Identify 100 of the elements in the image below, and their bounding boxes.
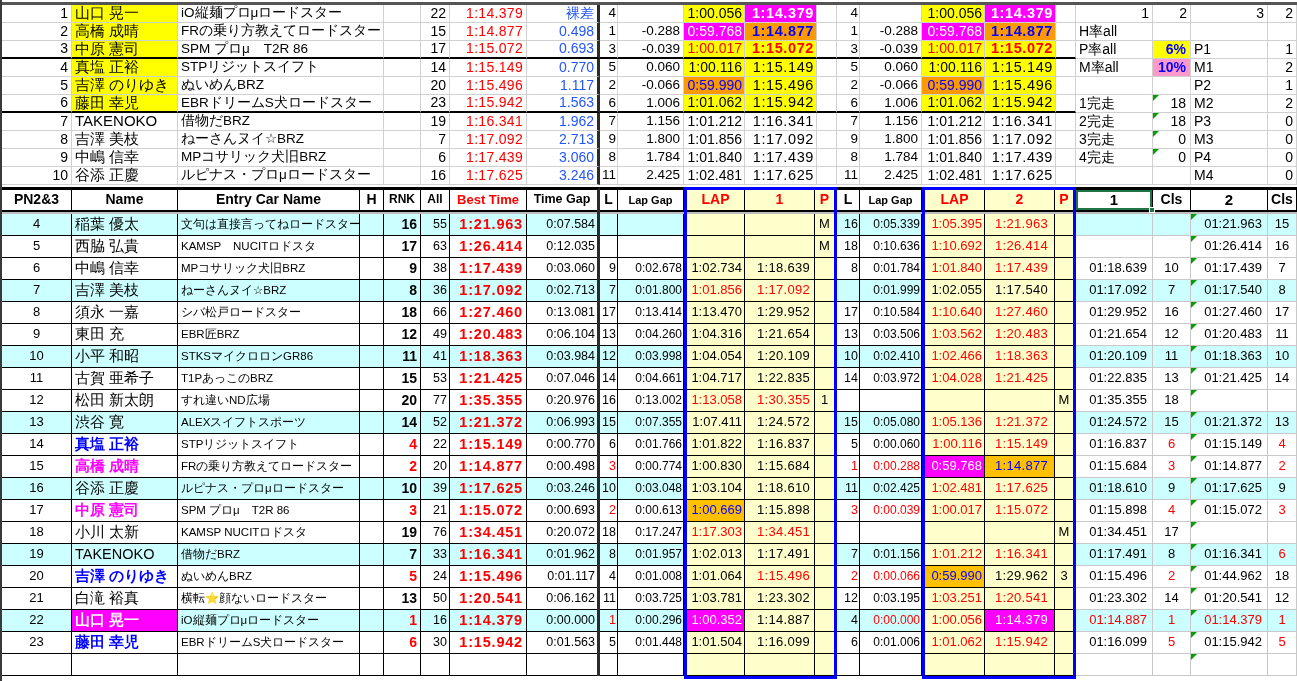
position-number: 8: [2, 131, 72, 149]
lap-time: 0:59.990: [922, 77, 985, 95]
time-gap: 1.962: [527, 113, 600, 131]
time-gap: 0:02.713: [527, 280, 597, 302]
entry-number: 15: [421, 23, 450, 41]
lap-time: 1:04.316: [687, 324, 745, 346]
heat-time: 1:14.877: [985, 23, 1056, 41]
lap-time: 0:59.768: [925, 456, 985, 478]
class-rank: 18: [1268, 566, 1297, 588]
heat-time: 1:17.439: [985, 149, 1056, 167]
lap-count: 5: [600, 59, 618, 77]
best-time: 1:17.092: [450, 280, 527, 302]
penalty-mark: 1: [815, 390, 834, 412]
heat-time: 1:17.092: [745, 280, 815, 302]
stat-value: 2: [1268, 95, 1297, 113]
entry-number: 23: [421, 95, 450, 113]
lap-time: 1:01.212: [684, 113, 745, 131]
heat-time: 1:21.425: [985, 368, 1055, 390]
heat-time: 1:24.572: [745, 412, 815, 434]
column-header: L: [600, 190, 618, 210]
lap-count: 4: [600, 566, 618, 588]
car-name: 借物だBRZ: [178, 113, 384, 131]
best-time: 1:26.414: [450, 236, 527, 258]
lap-gap: 1.800: [618, 131, 684, 149]
column-header: LAP: [687, 190, 745, 210]
entry-number: 17: [2, 500, 72, 522]
time-gap: 0:06.993: [527, 412, 597, 434]
driver-name: 藤田 幸児: [72, 95, 178, 113]
time-gap: 1.563: [527, 95, 600, 113]
best-time: 1:15.496: [450, 77, 527, 95]
empty-cell: [1268, 23, 1297, 41]
lap-time: 1:02.055: [925, 280, 985, 302]
lap-time: 1:04.717: [687, 368, 745, 390]
lap-time: 1:04.028: [925, 368, 985, 390]
class-rank: 9: [1268, 478, 1297, 500]
lap-time: 1:01.062: [922, 95, 985, 113]
position-number: 7: [2, 113, 72, 131]
heat-time: 1:14.379: [985, 610, 1055, 632]
time-gap: 0:01.117: [527, 566, 597, 588]
entry-number: 13: [2, 412, 72, 434]
heat-time: 1:16.341: [745, 113, 817, 131]
class-rank: 17: [1268, 302, 1297, 324]
driver-name: 高橋 成晴: [72, 23, 178, 41]
empty-cell: [1056, 131, 1076, 149]
empty-cell: [2, 654, 72, 676]
empty-cell: [360, 654, 384, 676]
lap-count: 8: [600, 149, 618, 167]
car-name: STPリジットスイフト: [178, 59, 384, 77]
column-header: H: [360, 190, 384, 210]
lap-count: 15: [600, 412, 618, 434]
empty-cell: [1153, 167, 1191, 185]
heat-time: 1:26.414: [985, 236, 1055, 258]
empty-cell: [360, 434, 384, 456]
best-time: 1:17.439: [450, 149, 527, 167]
lap-time: 1:13.058: [687, 390, 745, 412]
empty-cell: [817, 167, 837, 185]
stat-value: 6%: [1153, 41, 1191, 59]
fill-handle-icon[interactable]: [1149, 207, 1155, 213]
lap-time: 1:02.466: [925, 346, 985, 368]
rank-number: 14: [384, 412, 421, 434]
time-gap: 0:00.000: [527, 610, 597, 632]
stat-label: 2完走: [1076, 113, 1153, 131]
car-name: ALEXスイフトスポーツ: [178, 412, 360, 434]
lap-time: 1:02.481: [925, 478, 985, 500]
heat-time: 1:14.877: [745, 23, 817, 41]
empty-cell: [384, 167, 421, 185]
stat-value: 1: [1268, 41, 1297, 59]
column-header: 2: [985, 190, 1055, 210]
best-time: 1:14.379: [450, 5, 527, 23]
lap-time: 1:01.840: [925, 258, 985, 280]
column-header: RNK: [384, 190, 421, 210]
best-time: 1:15.496: [450, 566, 527, 588]
empty-cell: [384, 41, 421, 59]
heat-time: 1:14.887: [745, 610, 815, 632]
lap-count: 3: [837, 500, 860, 522]
driver-name: 真塩 正裕: [72, 59, 178, 77]
time-gap: 0:01.563: [527, 632, 597, 654]
time-gap: 3.060: [527, 149, 600, 167]
heat-time: 1:18.363: [985, 346, 1055, 368]
empty-cell: [925, 390, 985, 412]
class-rank: 5: [1268, 632, 1297, 654]
stat-header: 2: [1153, 5, 1191, 23]
empty-cell: [1268, 654, 1297, 676]
entry-number: 7: [2, 280, 72, 302]
stat-label: P3: [1191, 113, 1268, 131]
entry-number: 23: [2, 632, 72, 654]
time-gap: 0:00.770: [527, 434, 597, 456]
time-gap: 0:03.984: [527, 346, 597, 368]
heat-time: 1:17.540: [985, 280, 1055, 302]
class-rank: 15: [1268, 214, 1297, 236]
lap-time: 1:00.056: [684, 5, 745, 23]
empty-cell: [985, 522, 1055, 544]
time-gap: 0:07.046: [527, 368, 597, 390]
heat-time: 1:21.963: [985, 214, 1055, 236]
overall-position: 21: [421, 500, 450, 522]
overall-position: 22: [421, 434, 450, 456]
empty-cell: [985, 390, 1055, 412]
empty-cell: [1056, 149, 1076, 167]
entry-number: 8: [2, 302, 72, 324]
empty-cell: [687, 214, 745, 236]
